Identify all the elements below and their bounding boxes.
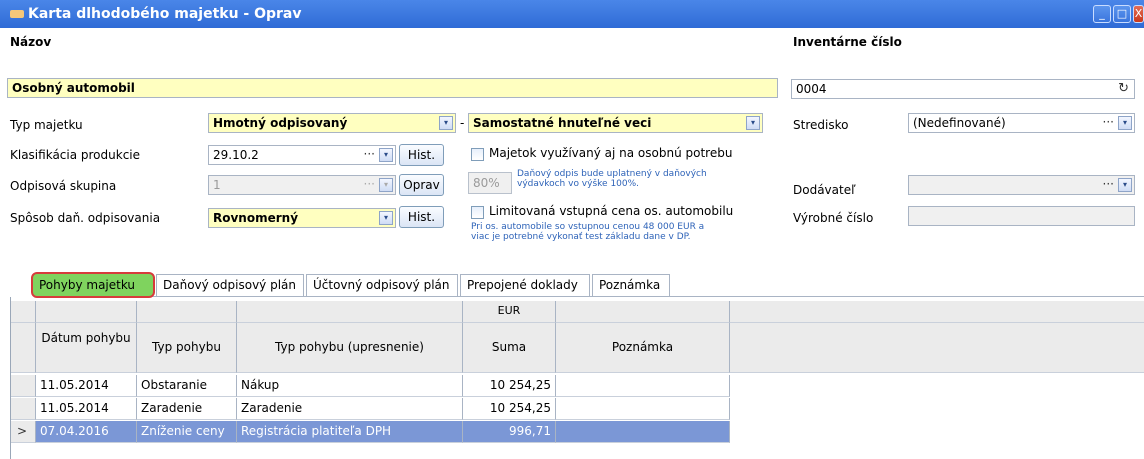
- typ-majetku-select[interactable]: Hmotný odpisovaný ▾: [208, 113, 456, 133]
- more-icon[interactable]: ···: [1103, 177, 1114, 191]
- row-indicator[interactable]: [11, 398, 36, 420]
- dodavatel-select[interactable]: ··· ▾: [908, 175, 1135, 195]
- tab-prepojene-doklady[interactable]: Prepojené doklady: [460, 274, 590, 296]
- close-button[interactable]: X: [1133, 5, 1144, 23]
- osobna-potreba-checkbox[interactable]: [471, 148, 484, 161]
- nazov-label: Názov: [10, 35, 52, 49]
- percent-value: 80%: [473, 176, 500, 190]
- header-corner: [11, 323, 36, 373]
- odpisova-skupina-select: 1 ··· ▾: [208, 175, 396, 195]
- chevron-down-icon[interactable]: ▾: [1118, 178, 1132, 192]
- stredisko-select[interactable]: (Nedefinované) ··· ▾: [908, 113, 1135, 133]
- typ-majetku-label: Typ majetku: [10, 118, 83, 132]
- minimize-button[interactable]: _: [1093, 5, 1111, 23]
- percent-note-line2: výdavkoch vo výške 100%.: [517, 179, 640, 189]
- header-filler: [730, 323, 1144, 373]
- osobna-potreba-label: Majetok využívaný aj na osobnú potrebu: [489, 146, 733, 160]
- cell-datum[interactable]: 07.04.2016: [36, 421, 137, 443]
- header-poznamka[interactable]: Poznámka: [556, 323, 730, 373]
- limitovana-checkbox[interactable]: [471, 206, 484, 219]
- vyrobne-cislo-label: Výrobné číslo: [793, 211, 874, 225]
- cell-typ[interactable]: Zníženie ceny: [137, 421, 237, 443]
- vyrobne-cislo-input[interactable]: [908, 206, 1135, 226]
- asset-card-window: Karta dlhodobého majetku - Oprav _ □ X N…: [0, 0, 1144, 459]
- chevron-down-icon: ▾: [379, 178, 393, 192]
- cell-upresnenie[interactable]: Zaradenie: [237, 398, 463, 420]
- tab-poznamka[interactable]: Poznámka: [592, 274, 670, 296]
- klasifikacia-label: Klasifikácia produkcie: [10, 148, 141, 162]
- inventarne-cislo-input[interactable]: 0004 ↻: [791, 79, 1135, 99]
- more-icon[interactable]: ···: [1103, 115, 1114, 129]
- cell-upresnenie[interactable]: Registrácia platiteľa DPH: [237, 421, 463, 443]
- odpisova-skupina-label: Odpisová skupina: [10, 179, 117, 193]
- chevron-down-icon[interactable]: ▾: [379, 211, 393, 225]
- cell-upresnenie[interactable]: Nákup: [237, 375, 463, 397]
- inventarne-cislo-label: Inventárne číslo: [793, 35, 902, 49]
- chevron-down-icon[interactable]: ▾: [379, 148, 393, 162]
- header-group-empty: [137, 301, 237, 323]
- header-group-empty: [237, 301, 463, 323]
- chevron-down-icon[interactable]: ▾: [1118, 116, 1132, 130]
- window-title: Karta dlhodobého majetku - Oprav: [28, 6, 302, 22]
- header-group-empty: [556, 301, 730, 323]
- sposob-label: Spôsob daň. odpisovania: [10, 211, 161, 225]
- cell-typ[interactable]: Zaradenie: [137, 398, 237, 420]
- movements-table: EUR Dátum pohybu Typ pohybu Typ pohybu (…: [10, 297, 1144, 459]
- app-icon: [10, 10, 24, 18]
- stredisko-label: Stredisko: [793, 118, 849, 132]
- inventarne-cislo-value: 0004: [796, 82, 827, 96]
- cell-suma[interactable]: 996,71: [463, 421, 556, 443]
- chevron-down-icon[interactable]: ▾: [746, 116, 760, 130]
- dodavatel-label: Dodávateľ: [793, 183, 856, 197]
- cell-suma[interactable]: 10 254,25: [463, 375, 556, 397]
- header-currency: EUR: [463, 301, 556, 323]
- more-icon[interactable]: ···: [364, 147, 375, 161]
- stredisko-value: (Nedefinované): [913, 116, 1006, 130]
- cell-datum[interactable]: 11.05.2014: [36, 398, 137, 420]
- chevron-down-icon[interactable]: ▾: [439, 116, 453, 130]
- header-group-empty: [36, 301, 137, 323]
- row-indicator[interactable]: [11, 375, 36, 397]
- header-group-empty: [730, 301, 1144, 323]
- typ-majetku-subtype-select[interactable]: Samostatné hnuteľné veci ▾: [468, 113, 763, 133]
- typ-majetku-value: Hmotný odpisovaný: [213, 116, 348, 130]
- cell-poznamka[interactable]: [556, 421, 730, 443]
- percent-spinner: 80%: [468, 172, 512, 194]
- refresh-icon[interactable]: ↻: [1118, 81, 1129, 96]
- klasifikacia-select[interactable]: 29.10.2 ··· ▾: [208, 145, 396, 165]
- header-typ-pohybu[interactable]: Typ pohybu: [137, 323, 237, 373]
- maximize-button[interactable]: □: [1113, 5, 1131, 23]
- header-typ-pohybu-upresnenie[interactable]: Typ pohybu (upresnenie): [237, 323, 463, 373]
- oprav-button[interactable]: Oprav: [399, 174, 444, 196]
- nazov-input[interactable]: Osobný automobil: [7, 78, 778, 98]
- header-datum-pohybu[interactable]: Dátum pohybu: [36, 323, 137, 373]
- cell-suma[interactable]: 10 254,25: [463, 398, 556, 420]
- odpisova-skupina-value: 1: [213, 178, 221, 192]
- percent-note-line1: Daňový odpis bude uplatnený v daňových: [517, 169, 707, 179]
- cell-poznamka[interactable]: [556, 398, 730, 420]
- typ-majetku-subtype-value: Samostatné hnuteľné veci: [473, 116, 652, 130]
- klasifikacia-hist-button[interactable]: Hist.: [399, 144, 444, 166]
- sposob-select[interactable]: Rovnomerný ▾: [208, 208, 396, 228]
- title-bar: Karta dlhodobého majetku - Oprav _ □ X: [0, 0, 1144, 28]
- cell-poznamka[interactable]: [556, 375, 730, 397]
- cell-datum[interactable]: 11.05.2014: [36, 375, 137, 397]
- tab-danovy-odpisovy-plan[interactable]: Daňový odpisový plán: [156, 274, 304, 296]
- more-icon: ···: [363, 177, 375, 191]
- cell-typ[interactable]: Obstaranie: [137, 375, 237, 397]
- tab-uctovny-odpisovy-plan[interactable]: Účtovný odpisový plán: [306, 274, 458, 296]
- limitovana-note-line2: viac je potrebné vykonať test základu da…: [471, 232, 691, 242]
- header-corner: [11, 301, 36, 323]
- limitovana-note-line1: Pri os. automobile so vstupnou cenou 48 …: [471, 222, 705, 232]
- sposob-hist-button[interactable]: Hist.: [399, 206, 444, 228]
- header-suma[interactable]: Suma: [463, 323, 556, 373]
- sposob-value: Rovnomerný: [213, 211, 299, 225]
- typ-dash: -: [460, 116, 465, 130]
- tab-pohyby-majetku[interactable]: Pohyby majetku: [31, 272, 155, 298]
- row-pointer-icon[interactable]: >: [11, 421, 36, 443]
- klasifikacia-value: 29.10.2: [213, 148, 259, 162]
- limitovana-label: Limitovaná vstupná cena os. automobilu: [489, 204, 734, 218]
